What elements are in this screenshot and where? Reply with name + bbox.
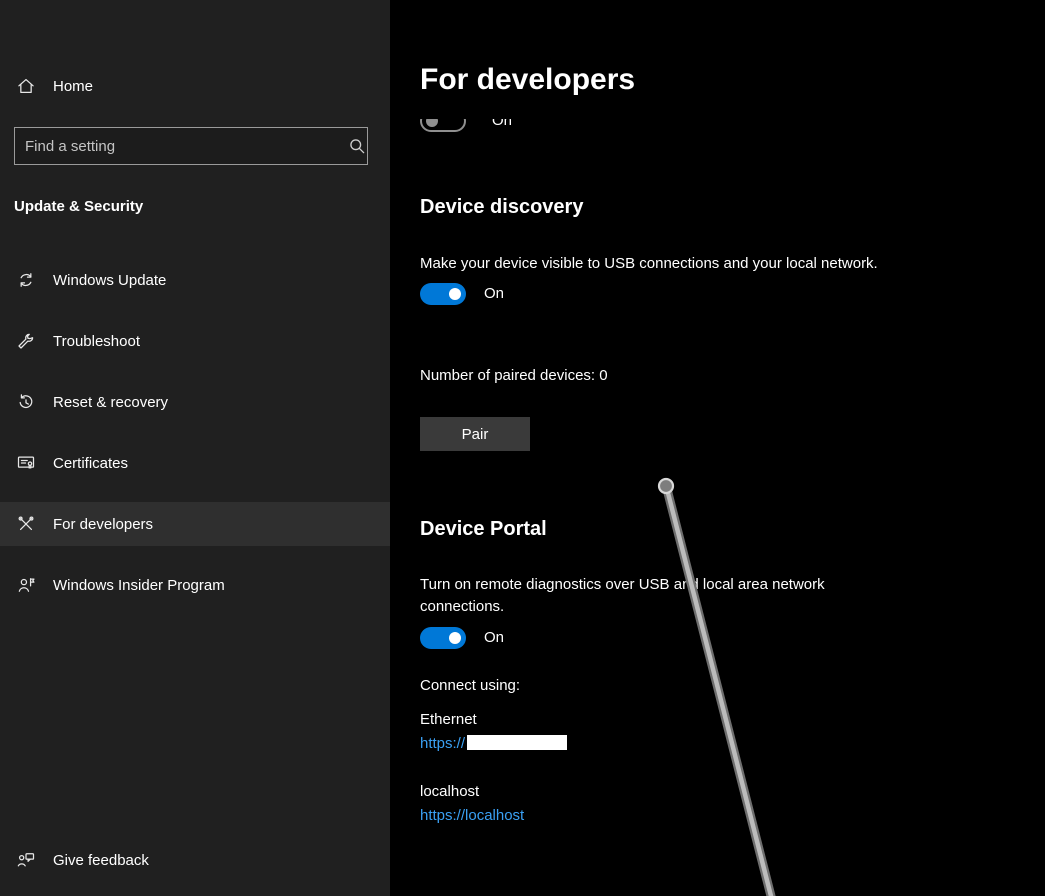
home-label: Home	[53, 78, 93, 95]
redacted-url-block	[467, 735, 567, 750]
feedback-icon	[16, 850, 36, 870]
home-icon	[16, 76, 36, 96]
device-discovery-heading: Device discovery	[420, 194, 583, 220]
paired-devices-count: Number of paired devices: 0	[420, 365, 608, 387]
localhost-url-link[interactable]: https://localhost	[420, 805, 524, 827]
sidebar: Home Update & Security Windows Update	[0, 0, 390, 896]
sidebar-item-windows-insider[interactable]: Windows Insider Program	[0, 563, 390, 607]
clipped-toggle-label: On	[492, 119, 512, 132]
device-discovery-description: Make your device visible to USB connecti…	[420, 253, 878, 275]
sync-icon	[16, 270, 36, 290]
clipped-setting-row: On	[420, 119, 660, 141]
sidebar-item-certificates[interactable]: Certificates	[0, 441, 390, 485]
nav-label: For developers	[53, 516, 153, 533]
search-box[interactable]	[14, 127, 368, 165]
sidebar-item-windows-update[interactable]: Windows Update	[0, 258, 390, 302]
nav-label: Windows Update	[53, 272, 166, 289]
developer-tools-icon	[16, 514, 36, 534]
nav-label: Windows Insider Program	[53, 577, 225, 594]
nav-label: Troubleshoot	[53, 333, 140, 350]
device-portal-heading: Device Portal	[420, 516, 547, 542]
certificate-icon	[16, 453, 36, 473]
device-discovery-toggle[interactable]	[420, 283, 466, 305]
nav-label: Reset & recovery	[53, 394, 168, 411]
settings-window: Home Update & Security Windows Update	[0, 0, 1045, 896]
device-discovery-toggle-state: On	[484, 283, 504, 305]
give-feedback-label: Give feedback	[53, 852, 149, 869]
toggle-knob	[426, 119, 438, 127]
device-portal-toggle-row: On	[420, 627, 504, 649]
insider-person-icon	[16, 575, 36, 595]
connect-using-label: Connect using:	[420, 675, 520, 697]
toggle-knob	[449, 632, 461, 644]
sidebar-item-home[interactable]: Home	[0, 64, 390, 108]
clipped-toggle[interactable]	[420, 119, 466, 132]
sidebar-item-troubleshoot[interactable]: Troubleshoot	[0, 319, 390, 363]
nav-label: Certificates	[53, 455, 128, 472]
pair-button[interactable]: Pair	[420, 417, 530, 451]
search-input[interactable]	[15, 138, 347, 155]
device-discovery-toggle-row: On	[420, 283, 504, 305]
main-content: For developers On Device discovery Make …	[390, 0, 1045, 896]
device-portal-toggle[interactable]	[420, 627, 466, 649]
ethernet-url-prefix: https://	[420, 735, 465, 752]
device-portal-description: Turn on remote diagnostics over USB and …	[420, 574, 895, 618]
page-title: For developers	[420, 62, 635, 98]
localhost-label: localhost	[420, 781, 479, 803]
reset-clock-icon	[16, 392, 36, 412]
sidebar-item-for-developers[interactable]: For developers	[0, 502, 390, 546]
device-portal-toggle-state: On	[484, 627, 504, 649]
sidebar-nav: Windows Update Troubleshoot Reset & reco…	[0, 258, 390, 624]
wrench-icon	[16, 331, 36, 351]
ethernet-label: Ethernet	[420, 709, 477, 731]
toggle-knob	[449, 288, 461, 300]
sidebar-item-reset-recovery[interactable]: Reset & recovery	[0, 380, 390, 424]
sidebar-section-title: Update & Security	[14, 198, 143, 215]
ethernet-url-link[interactable]: https://	[420, 733, 567, 755]
search-icon[interactable]	[347, 136, 367, 156]
sidebar-item-give-feedback[interactable]: Give feedback	[0, 838, 390, 882]
